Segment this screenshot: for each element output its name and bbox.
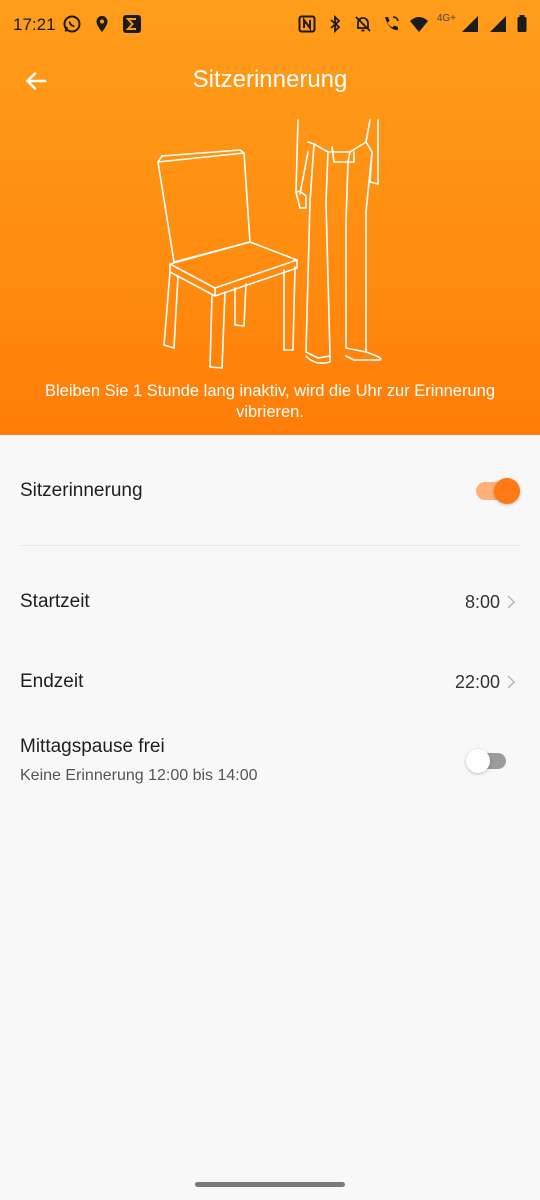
reminder-description: Bleiben Sie 1 Stunde lang inaktiv, wird … — [44, 382, 496, 421]
end-time-value: 22:00 — [454, 672, 500, 692]
start-time-row[interactable]: Startzeit 8:00 — [20, 580, 520, 624]
end-time-row[interactable]: Endzeit 22:00 — [20, 660, 520, 704]
sit-reminder-row[interactable]: Sitzerinnerung — [20, 470, 520, 514]
wifi-call-icon — [381, 13, 401, 35]
mute-bell-icon — [353, 13, 373, 35]
toggle-knob — [466, 749, 490, 773]
lunch-break-row[interactable]: Mittagspause frei Keine Erinnerung 12:00… — [20, 732, 520, 794]
sit-reminder-label: Sitzerinnerung — [20, 480, 143, 501]
home-indicator[interactable] — [195, 1182, 345, 1187]
page-title: Sitzerinnerung — [192, 66, 348, 93]
settings-list — [0, 435, 540, 1200]
battery-icon — [516, 13, 528, 35]
status-bar: 17:21 4G+ — [0, 0, 540, 50]
chevron-right-icon — [507, 595, 516, 609]
wifi-icon — [409, 13, 429, 35]
lunch-break-label: Mittagspause frei — [20, 736, 165, 757]
nfc-icon — [297, 13, 317, 35]
end-time-label: Endzeit — [20, 671, 84, 692]
app-bar: Sitzerinnerung — [0, 56, 540, 106]
sigma-app-icon — [122, 13, 142, 35]
lunch-break-toggle[interactable] — [466, 749, 506, 773]
sit-reminder-toggle[interactable] — [476, 478, 520, 504]
cell-signal-icon — [460, 13, 480, 35]
start-time-value: 8:00 — [464, 592, 500, 612]
header-banner: 17:21 4G+ Sitzerinnerung Bleiben Sie 1 S… — [0, 0, 540, 435]
chair-and-person-illustration — [157, 119, 382, 369]
lunch-break-sublabel: Keine Erinnerung 12:00 bis 14:00 — [20, 767, 258, 784]
bluetooth-icon — [325, 13, 345, 35]
whatsapp-icon — [62, 13, 82, 35]
network-type-label: 4G+ — [436, 12, 456, 24]
divider — [20, 545, 520, 546]
chevron-right-icon — [507, 675, 516, 689]
status-time: 17:21 — [13, 15, 56, 34]
toggle-knob — [494, 478, 520, 504]
cell-signal-icon — [488, 13, 508, 35]
start-time-label: Startzeit — [20, 591, 90, 612]
location-pin-icon — [92, 13, 112, 35]
